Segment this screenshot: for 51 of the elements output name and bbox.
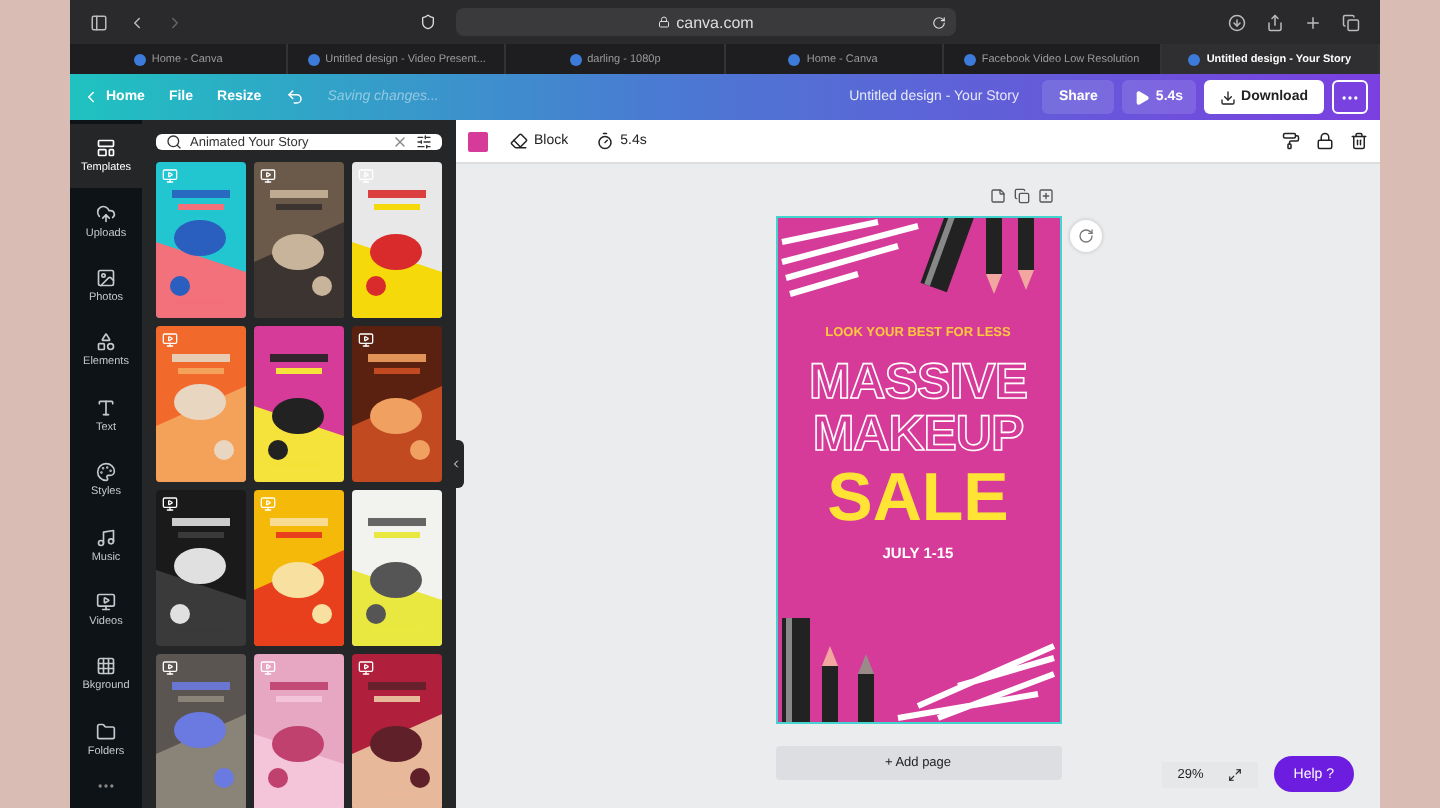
new-tab-icon[interactable]: [1304, 13, 1322, 31]
headline-text: MAKEUP: [812, 408, 1024, 461]
chevron-left-icon: [82, 88, 100, 106]
paint-roller-icon[interactable]: [1282, 132, 1300, 150]
search-icon: [166, 134, 182, 150]
chevron-left-icon: [450, 458, 462, 470]
undo-icon[interactable]: [285, 88, 304, 106]
headline-text: MASSIVE: [808, 356, 1028, 409]
favicon-icon: [569, 53, 582, 65]
shield-icon: [420, 14, 436, 30]
sidebar-icon[interactable]: [90, 13, 108, 31]
fullscreen-icon[interactable]: [1227, 767, 1242, 781]
rotate-button[interactable]: [1069, 220, 1101, 252]
shapes-icon: [96, 332, 116, 353]
url-text: canva.com: [676, 13, 754, 31]
close-icon[interactable]: [392, 134, 408, 150]
color-swatch[interactable]: [468, 131, 488, 151]
rotate-icon: [1077, 228, 1093, 244]
favicon-icon: [133, 53, 146, 65]
duplicate-icon[interactable]: [1013, 188, 1029, 204]
tabs-icon[interactable]: [1342, 13, 1360, 31]
back-icon[interactable]: [128, 13, 146, 31]
music-icon: [96, 527, 116, 548]
collapse-handle[interactable]: [448, 440, 464, 488]
share-icon[interactable]: [1266, 13, 1284, 31]
favicon-icon: [788, 53, 801, 65]
grid-icon: [96, 656, 116, 677]
more-button[interactable]: [1332, 80, 1368, 114]
timer-icon: [596, 132, 615, 150]
trash-icon[interactable]: [1350, 132, 1368, 150]
video-icon: [96, 591, 116, 612]
lock-icon[interactable]: [1316, 132, 1334, 150]
note-icon[interactable]: [989, 188, 1005, 204]
favicon-icon: [307, 53, 320, 65]
template-icon: [96, 138, 116, 159]
text-icon: [96, 397, 116, 418]
favicon-icon: [963, 53, 976, 65]
reload-icon[interactable]: [932, 15, 946, 29]
folder-icon: [96, 721, 116, 742]
favicon-icon: [1188, 53, 1201, 65]
eraser-icon: [510, 132, 528, 150]
filter-icon[interactable]: [416, 134, 432, 150]
download-icon[interactable]: [1228, 13, 1246, 31]
upload-icon: [96, 203, 116, 224]
image-icon: [96, 267, 116, 288]
add-icon[interactable]: [1037, 188, 1053, 204]
download-icon: [1219, 89, 1236, 105]
lock-icon: [658, 16, 671, 28]
play-icon: [1133, 89, 1150, 105]
palette-icon: [96, 462, 116, 483]
sale-text: SALE: [827, 461, 1009, 536]
